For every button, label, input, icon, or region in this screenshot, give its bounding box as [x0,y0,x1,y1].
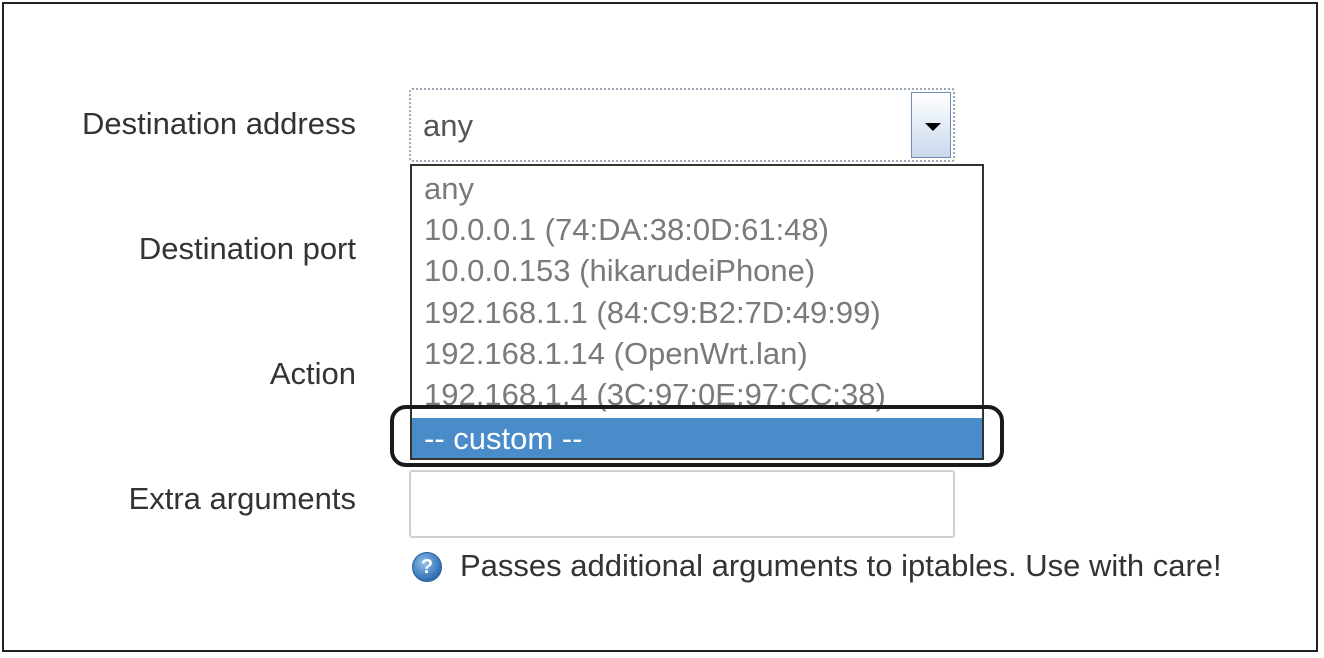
dropdown-toggle-button[interactable] [911,92,951,158]
dropdown-option-192-168-1-1[interactable]: 192.168.1.1 (84:C9:B2:7D:49:99) [412,292,982,333]
custom-option-highlight-callout [390,405,1004,467]
destination-address-label: Destination address [82,106,356,141]
dropdown-option-10-0-0-1[interactable]: 10.0.0.1 (74:DA:38:0D:61:48) [412,209,982,250]
destination-address-value: any [423,108,473,143]
extra-arguments-input[interactable] [409,470,955,538]
dropdown-option-10-0-0-153[interactable]: 10.0.0.153 (hikarudeiPhone) [412,250,982,291]
chevron-down-icon [925,123,941,131]
destination-address-select[interactable]: any [409,88,955,162]
dropdown-option-any[interactable]: any [412,168,982,209]
question-icon: ? [412,552,442,582]
destination-port-label: Destination port [138,231,356,266]
extra-arguments-help-text: Passes additional arguments to iptables.… [460,548,1222,583]
dropdown-option-192-168-1-14[interactable]: 192.168.1.14 (OpenWrt.lan) [412,333,982,374]
extra-arguments-label: Extra arguments [128,481,356,516]
action-label: Action [269,356,356,391]
